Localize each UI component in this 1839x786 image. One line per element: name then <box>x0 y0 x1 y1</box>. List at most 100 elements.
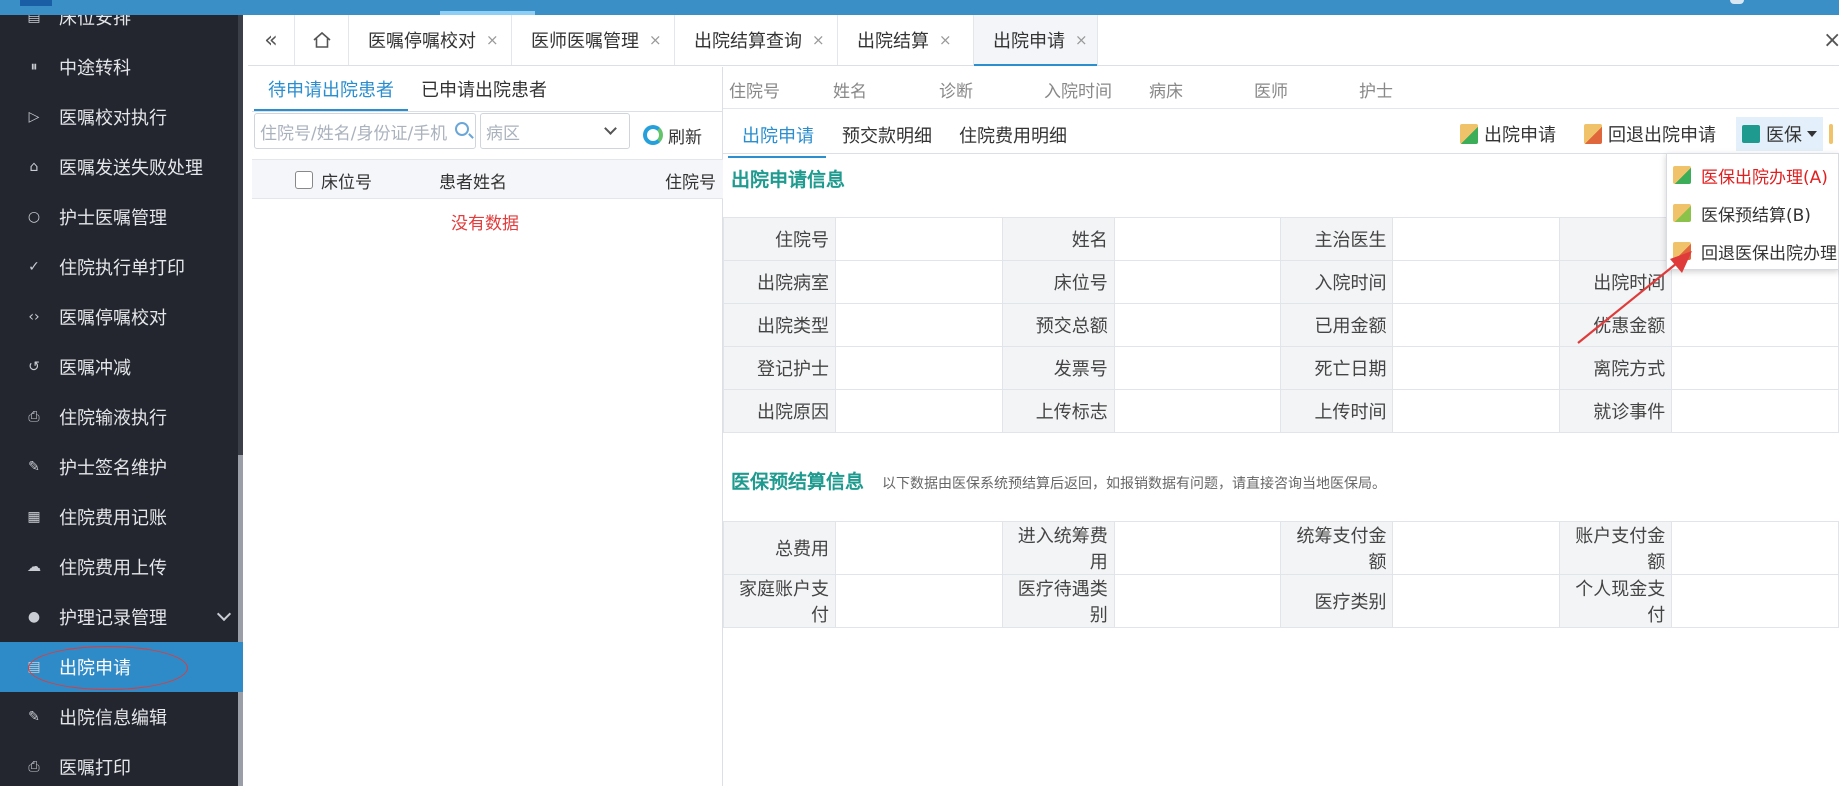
close-icon[interactable]: × <box>649 31 662 49</box>
sidebar-item[interactable]: ▦ 住院费用记账 <box>0 492 243 542</box>
insurance-discharge-icon <box>1673 166 1691 184</box>
printer-icon: ⎙ <box>28 409 40 425</box>
tab[interactable]: 出院结算查询 × <box>675 15 838 65</box>
form-row: 出院原因 上传标志 上传时间 就诊事件 <box>722 389 1839 433</box>
field-value <box>1392 389 1561 433</box>
tab[interactable]: 出院结算 × <box>838 15 974 65</box>
refresh-button[interactable]: 刷新 <box>643 117 702 153</box>
sidebar-item[interactable]: ‹› 医嘱停嘱校对 <box>0 292 243 342</box>
collapse-sidebar-button[interactable]: « <box>248 15 295 65</box>
subtab-discharge-apply[interactable]: 出院申请 <box>728 117 826 158</box>
column-label: 床位号 <box>321 172 372 193</box>
close-icon[interactable]: × <box>812 31 825 49</box>
dropdown-item-label: 医保出院办理(A) <box>1701 167 1828 188</box>
sidebar-item[interactable]: ⎙ 医嘱打印 <box>0 742 243 786</box>
field-label: 登记护士 <box>722 346 837 390</box>
tab[interactable]: 医嘱停嘱校对 × <box>349 15 512 65</box>
field-value <box>1671 346 1839 390</box>
home-icon <box>312 31 331 48</box>
sidebar-item[interactable]: ▷ 医嘱校对执行 <box>0 92 243 142</box>
close-icon[interactable]: × <box>486 31 499 49</box>
tab-label: 医师医嘱管理 <box>531 31 639 52</box>
patient-info-label: 住院号 <box>729 82 780 102</box>
search-icon[interactable] <box>455 122 469 136</box>
tab-label: 已申请出院患者 <box>421 80 547 101</box>
double-chevron-left-icon: « <box>264 27 278 53</box>
sidebar-item-label: 床位安排 <box>59 15 131 29</box>
sidebar-item[interactable]: ○ 护士医嘱管理 <box>0 192 243 242</box>
column-bed-no: 床位号 <box>295 160 372 200</box>
patient-info-label: 护士 <box>1359 82 1393 102</box>
subtab-prepayment-detail[interactable]: 预交款明细 <box>842 117 932 153</box>
play-circle-icon: ▷ <box>28 109 40 125</box>
sidebar-item[interactable]: ⌂ 医嘱发送失败处理 <box>0 142 243 192</box>
sidebar-item-label: 住院执行单打印 <box>59 258 185 279</box>
field-value <box>835 389 1003 433</box>
patient-search-input[interactable]: 住院号/姓名/身份证/手机 <box>254 113 476 149</box>
insurance-menu-button[interactable]: 医保 <box>1736 117 1823 151</box>
subtab-label: 住院费用明细 <box>959 126 1067 147</box>
field-label: 统筹支付金额 <box>1280 521 1394 575</box>
user-avatar[interactable] <box>1730 0 1744 4</box>
divider <box>252 111 723 112</box>
patient-info-label: 诊断 <box>939 82 973 102</box>
tab-pending-discharge[interactable]: 待申请出院患者 <box>254 67 408 111</box>
sidebar-item[interactable]: ⎙ 住院输液执行 <box>0 392 243 442</box>
button-label: 出院申请 <box>1484 125 1556 146</box>
subtab-inpatient-fee-detail[interactable]: 住院费用明细 <box>959 117 1067 153</box>
field-label: 医疗类别 <box>1280 574 1394 628</box>
field-value <box>1671 574 1839 628</box>
button-label: 回退出院申请 <box>1608 125 1716 146</box>
close-icon[interactable]: × <box>1075 31 1088 49</box>
close-icon[interactable]: × <box>939 31 952 49</box>
section-title-discharge-info: 出院申请信息 <box>731 169 846 191</box>
home-tab-button[interactable] <box>295 15 349 65</box>
column-label: 住院号 <box>665 172 716 193</box>
sidebar-item[interactable]: ↺ 医嘱冲减 <box>0 342 243 392</box>
sidebar-item[interactable]: ⏸ 中途转科 <box>0 42 243 92</box>
back-circle-icon: ↺ <box>28 359 40 375</box>
tab[interactable]: 出院申请 × <box>974 15 1098 66</box>
more-toolbar-button[interactable] <box>1829 117 1839 151</box>
sidebar-item-label: 医嘱发送失败处理 <box>59 158 203 179</box>
patient-grid-header: 床位号 患者姓名 住院号 <box>252 159 723 199</box>
sidebar-item[interactable]: ▤ 床位安排 <box>0 15 243 42</box>
section-title-insurance-presettle: 医保预结算信息 <box>731 471 865 493</box>
revoke-discharge-apply-button[interactable]: 回退出院申请 <box>1584 117 1716 151</box>
dropdown-item[interactable]: 医保预结算(B) <box>1667 194 1839 232</box>
sidebar-item[interactable]: ✎ 护士签名维护 <box>0 442 243 492</box>
pen-icon: ✎ <box>28 459 40 475</box>
field-value <box>1671 521 1839 575</box>
field-label: 已用金额 <box>1280 303 1394 347</box>
sidebar-item[interactable]: ✓ 住院执行单打印 <box>0 242 243 292</box>
tab-label: 出院结算查询 <box>694 31 802 52</box>
field-value <box>1392 217 1561 261</box>
sidebar-item[interactable]: ✎ 出院信息编辑 <box>0 692 243 742</box>
discharge-apply-button[interactable]: 出院申请 <box>1460 117 1556 151</box>
sidebar-item[interactable]: ☁ 住院费用上传 <box>0 542 243 592</box>
tab[interactable]: 医师医嘱管理 × <box>512 15 675 65</box>
field-value <box>835 574 1003 628</box>
ward-placeholder: 病区 <box>486 123 520 144</box>
field-label: 进入统筹费用 <box>1001 521 1115 575</box>
select-all-checkbox[interactable] <box>295 171 313 189</box>
top-header-bar <box>0 0 1839 15</box>
field-label: 家庭账户支付 <box>722 574 837 628</box>
tab-applied-discharge[interactable]: 已申请出院患者 <box>421 67 547 111</box>
field-label: 离院方式 <box>1559 346 1673 390</box>
close-all-tabs-button[interactable]: × <box>1823 15 1839 65</box>
field-label: 出院原因 <box>722 389 837 433</box>
tab-label: 待申请出院患者 <box>268 80 394 101</box>
field-value <box>1113 346 1282 390</box>
sidebar-item[interactable]: ● 护理记录管理 <box>0 592 243 642</box>
field-value <box>1113 303 1282 347</box>
field-label: 预交总额 <box>1001 303 1115 347</box>
dropdown-item[interactable]: 医保出院办理(A) <box>1667 156 1839 194</box>
ward-select[interactable]: 病区 <box>480 113 630 149</box>
sidebar-item-label: 住院费用上传 <box>59 558 167 579</box>
sidebar-item[interactable]: ▤ 出院申请 <box>0 642 243 692</box>
field-label: 姓名 <box>1001 217 1115 261</box>
insurance-icon <box>1742 125 1760 143</box>
disc-icon: ● <box>27 609 41 625</box>
code-circle-icon: ‹› <box>28 309 40 325</box>
